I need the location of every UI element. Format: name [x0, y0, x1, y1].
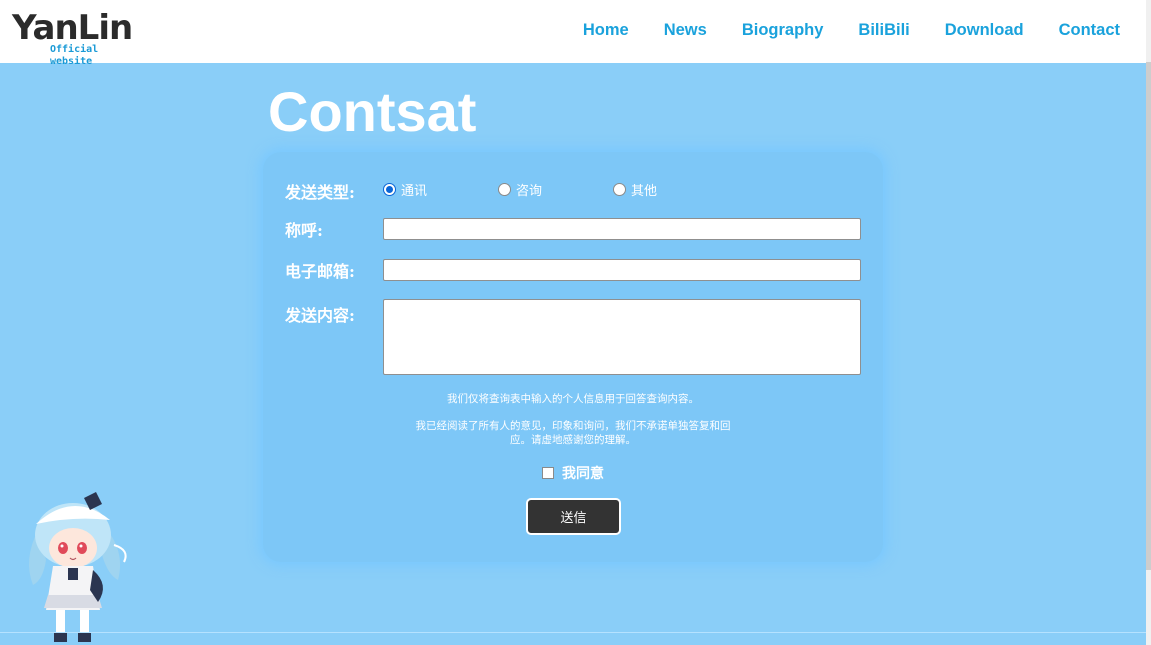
type-option-tongxun[interactable]: 通讯 [383, 180, 498, 199]
nav-contact[interactable]: Contact [1059, 21, 1120, 40]
radio-label: 通讯 [401, 184, 428, 199]
name-input[interactable] [383, 218, 861, 240]
nav-news[interactable]: News [664, 21, 707, 40]
email-label: 电子邮箱: [285, 262, 355, 281]
privacy-note: 我们仅将查询表中输入的个人信息用于回答查询内容。 [447, 393, 699, 405]
footer-divider [0, 632, 1146, 633]
nav-home[interactable]: Home [583, 21, 629, 40]
radio-label: 其他 [631, 184, 658, 199]
logo-wordmark: YanLin [12, 8, 133, 48]
name-label: 称呼: [285, 221, 323, 240]
nav-biography[interactable]: Biography [742, 21, 824, 40]
site-logo[interactable]: YanLin Official website [12, 8, 142, 67]
content-textarea[interactable] [383, 299, 861, 375]
main-nav: Home News Biography BiliBili Download Co… [548, 0, 1120, 60]
type-option-zixun[interactable]: 咨询 [498, 180, 613, 199]
page-scrollbar[interactable] [1146, 0, 1151, 645]
radio-zixun[interactable] [498, 183, 511, 196]
site-header: YanLin Official website Home News Biogra… [0, 0, 1146, 67]
type-radio-group: 通讯 咨询 其他 [383, 180, 728, 199]
type-option-qita[interactable]: 其他 [613, 180, 728, 199]
radio-qita[interactable] [613, 183, 626, 196]
agree-checkbox[interactable] [542, 467, 554, 479]
consent-note: 我已经阅读了所有人的意见，印象和询问，我们不承诺单独答复和回应。请虚地感谢您的理… [415, 420, 731, 446]
agree-label: 我同意 [562, 466, 604, 482]
logo-tagline: Official website [50, 44, 99, 67]
nav-download[interactable]: Download [945, 21, 1024, 40]
scrollbar-thumb[interactable] [1146, 62, 1151, 570]
email-input[interactable] [383, 259, 861, 281]
nav-bilibili[interactable]: BiliBili [858, 21, 909, 40]
content-label: 发送内容: [285, 306, 355, 325]
radio-tongxun[interactable] [383, 183, 396, 196]
mascot-character-image [29, 492, 127, 642]
agree-checkbox-row[interactable]: 我同意 [542, 463, 604, 483]
radio-label: 咨询 [516, 184, 543, 199]
page-title: Contsat [268, 80, 477, 143]
contact-form: 发送类型: 通讯 咨询 其他 称呼: 电子邮箱: 发送内容: 我们仅将查询表中输… [263, 152, 883, 562]
type-label: 发送类型: [285, 183, 355, 202]
submit-button[interactable]: 送信 [526, 498, 621, 535]
